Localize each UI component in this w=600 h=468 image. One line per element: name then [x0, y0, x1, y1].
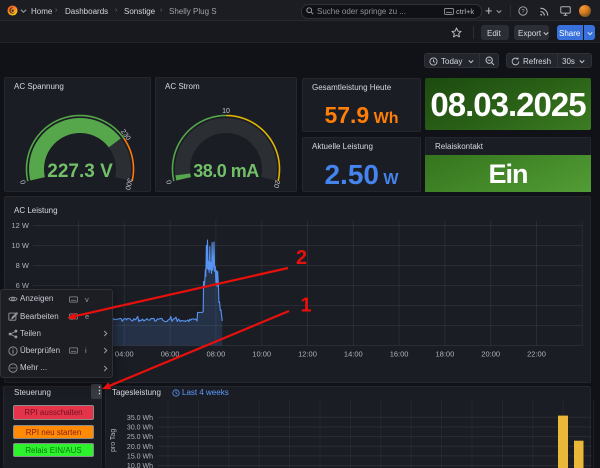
svg-text:2: 2: [296, 247, 307, 269]
svg-text:1: 1: [300, 295, 311, 317]
